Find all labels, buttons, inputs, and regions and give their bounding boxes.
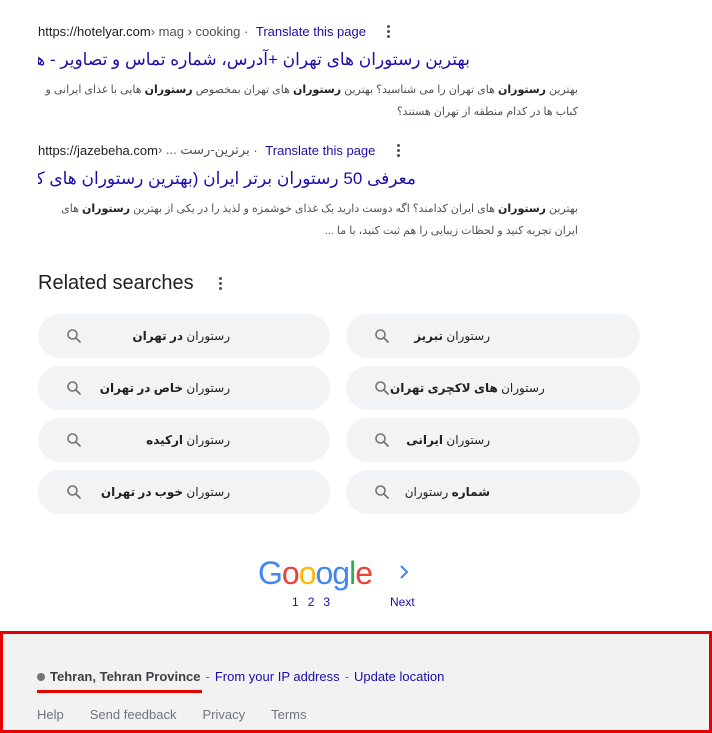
cite-separator: · [249, 142, 262, 158]
ip-address-link[interactable]: From your IP address [215, 669, 340, 684]
highlight-underline [37, 690, 202, 693]
next-page-link[interactable]: Next [390, 595, 415, 609]
related-search-label: رستوران ایرانی [406, 433, 490, 447]
search-icon [67, 433, 81, 447]
related-search-chip[interactable]: رستوران ایرانی [346, 418, 640, 462]
related-search-chip[interactable]: رستوران های لاکچری تهران [346, 366, 640, 410]
result-path: › mag › cooking [150, 23, 241, 39]
related-search-label: شماره رستوران [404, 485, 490, 499]
footer-link-help[interactable]: Help [37, 707, 64, 722]
search-icon [375, 485, 389, 499]
search-icon [375, 329, 389, 343]
search-result: https://hotelyar.com › mag › cooking · T… [38, 22, 598, 123]
result-cite: https://hotelyar.com › mag › cooking · T… [38, 22, 598, 40]
related-search-label: رستوران خاص در تهران [99, 381, 230, 395]
result-cite: https://jazebeha.com › ... برترین-رست · … [38, 141, 598, 159]
related-searches-header: Related searches [38, 272, 228, 295]
chevron-right-icon[interactable] [397, 563, 411, 581]
search-result: https://jazebeha.com › ... برترین-رست · … [38, 141, 598, 242]
separator: - [205, 669, 210, 684]
page-number-link[interactable]: 2 [308, 595, 315, 609]
search-icon [375, 433, 389, 447]
footer-link-privacy[interactable]: Privacy [202, 707, 245, 722]
search-icon [67, 381, 81, 395]
related-search-chip[interactable]: رستوران ارکیده [38, 418, 330, 462]
search-icon [67, 329, 81, 343]
page-number-current: 1 [292, 595, 299, 609]
related-search-chip[interactable]: رستوران در تهران [38, 314, 330, 358]
result-host[interactable]: https://hotelyar.com [38, 24, 151, 39]
logo-letter: o [281, 555, 300, 591]
footer-link-send-feedback[interactable]: Send feedback [90, 707, 177, 722]
related-search-label: رستوران تبریز [414, 329, 490, 343]
result-host[interactable]: https://jazebeha.com [38, 143, 158, 158]
more-options-icon[interactable] [382, 24, 396, 38]
google-logo: Gooogle [258, 555, 373, 592]
more-options-icon[interactable] [214, 277, 228, 290]
result-snippet: بهترین رستوران های ایران کدامند؟ اگه دوس… [61, 203, 578, 237]
related-search-chip[interactable]: رستوران خاص در تهران [38, 366, 330, 410]
page-numbers: 1 2 3 [292, 595, 330, 609]
logo-letter: o [315, 555, 333, 591]
more-options-icon[interactable] [391, 143, 405, 157]
footer-highlight-box: Tehran, Tehran Province - From your IP a… [0, 631, 712, 733]
location-row: Tehran, Tehran Province - From your IP a… [37, 669, 444, 684]
result-title[interactable]: بهترین رستوران های تهران +آدرس، شماره تم… [38, 49, 470, 71]
result-snippet: بهترین رستوران های تهران را می شناسید؟ ب… [45, 84, 578, 118]
location-text: Tehran, Tehran Province [50, 669, 201, 684]
search-icon [375, 381, 389, 395]
logo-letter: e [355, 555, 373, 591]
related-search-label: رستوران های لاکچری تهران [390, 381, 545, 395]
footer-links: Help Send feedback Privacy Terms [37, 707, 333, 722]
related-search-chip[interactable]: رستوران تبریز [346, 314, 640, 358]
result-path: › ... برترین-رست [157, 142, 250, 157]
footer-link-terms[interactable]: Terms [271, 707, 306, 722]
related-search-chip[interactable]: شماره رستوران [346, 470, 640, 514]
update-location-link[interactable]: Update location [354, 669, 444, 684]
pagination: Gooogle 1 2 3 Next [258, 555, 428, 615]
location-dot-icon [37, 672, 45, 681]
related-searches-grid: رستوران در تهران رستوران تبریز رستوران خ… [38, 314, 640, 514]
logo-letter: o [298, 555, 317, 591]
related-search-label: رستوران خوب در تهران [100, 485, 230, 499]
cite-separator: · [240, 23, 252, 39]
related-search-label: رستوران در تهران [132, 329, 230, 343]
related-searches-title: Related searches [38, 272, 194, 294]
related-search-chip[interactable]: رستوران خوب در تهران [38, 470, 330, 514]
logo-letter: G [258, 555, 283, 591]
search-icon [67, 485, 81, 499]
result-title[interactable]: معرفی 50 رستوران برتر ایران (بهترین رستو… [38, 168, 416, 190]
page-number-link[interactable]: 3 [323, 595, 330, 609]
logo-letter: g [332, 555, 350, 591]
separator: - [344, 669, 349, 684]
translate-link[interactable]: Translate this page [265, 143, 375, 158]
translate-link[interactable]: Translate this page [256, 24, 366, 39]
related-search-label: رستوران ارکیده [146, 433, 230, 447]
